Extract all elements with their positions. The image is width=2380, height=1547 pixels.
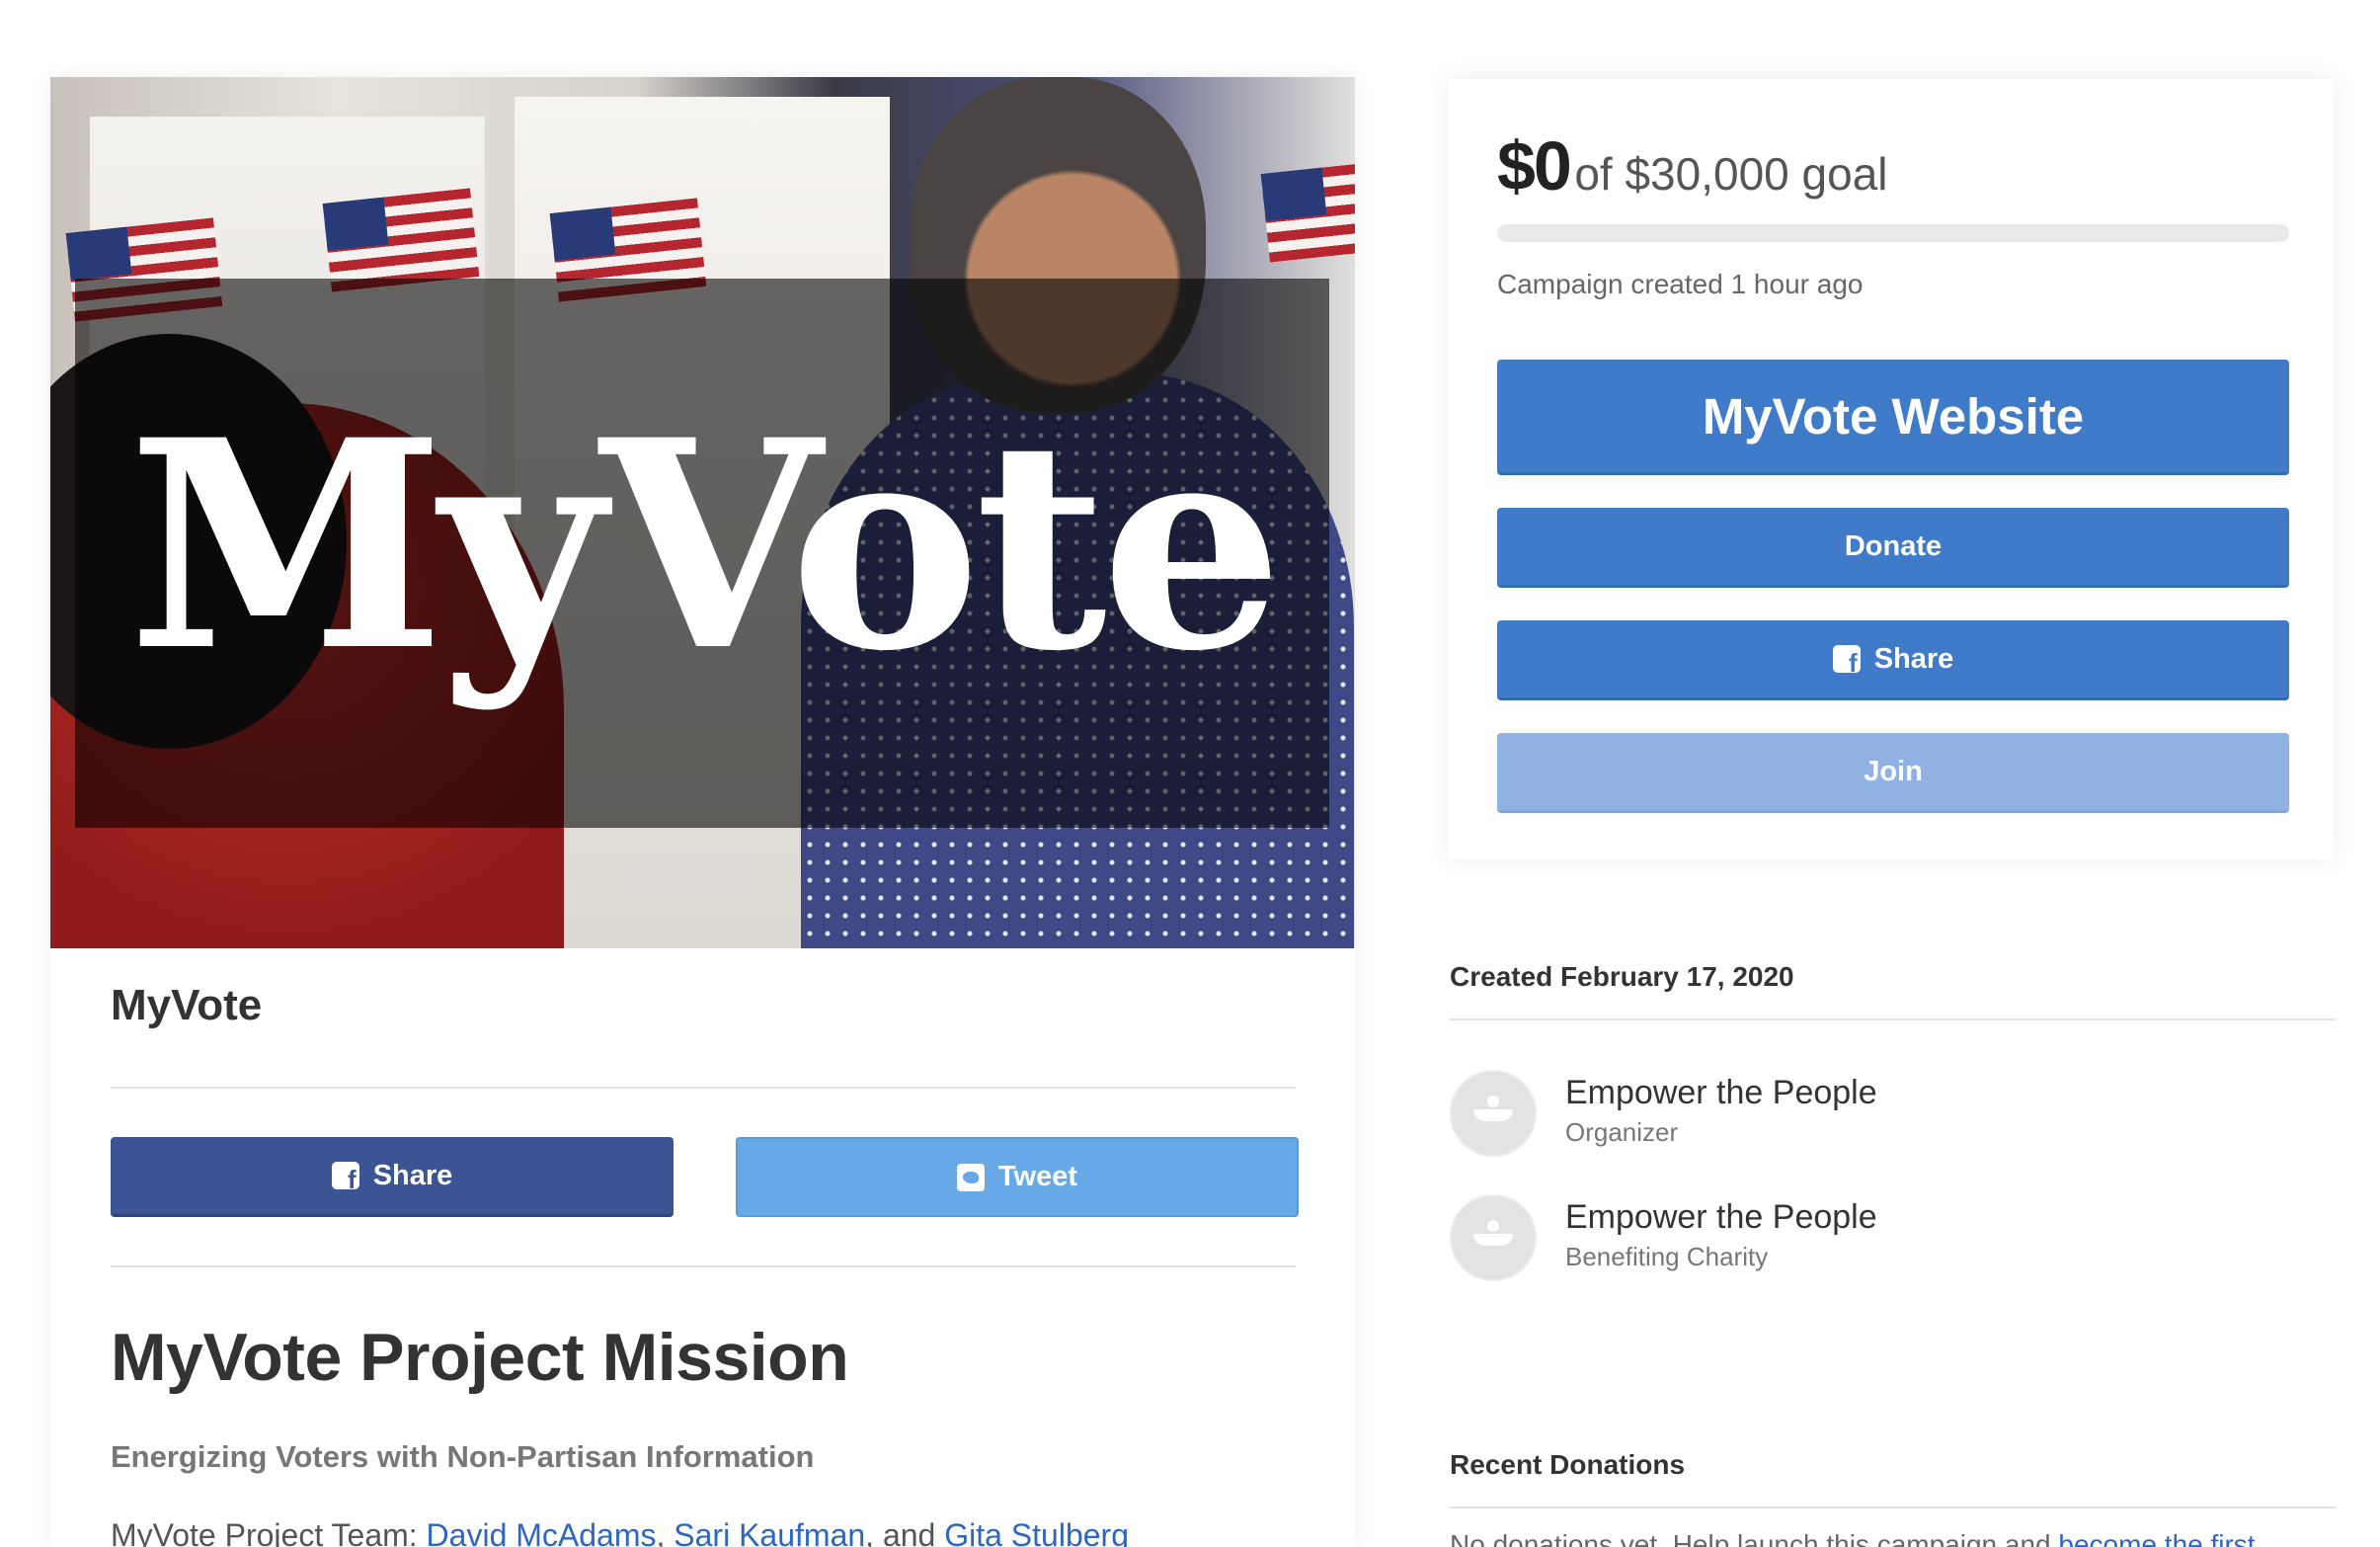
no-donations-text: No donations yet. Help launch this campa… (1450, 1529, 2256, 1547)
team-separator-1: , (656, 1517, 674, 1547)
team-separator-2: , and (865, 1517, 945, 1547)
share-button-label: Share (1873, 642, 1954, 675)
facebook-icon (331, 1162, 359, 1192)
charity-role: Benefiting Charity (1565, 1242, 1769, 1271)
details-divider (1450, 1018, 2336, 1020)
facebook-icon (1832, 645, 1861, 676)
organizer-item[interactable]: Empower the People Organizer (1450, 1070, 2336, 1159)
campaign-created-ago: Campaign created 1 hour ago (1497, 269, 1864, 299)
organization-avatar-icon (1450, 1194, 1537, 1281)
become-first-link[interactable]: become the first (2058, 1529, 2255, 1547)
recent-donations-heading: Recent Donations (1450, 1449, 1686, 1480)
title-divider (111, 1087, 1296, 1089)
progress-bar (1497, 224, 2289, 242)
hero-logo-text: MyVote (127, 378, 1284, 714)
donations-divider (1450, 1506, 2336, 1508)
campaign-title: MyVote (111, 981, 263, 1029)
organization-avatar-icon (1450, 1070, 1537, 1157)
mission-title: MyVote Project Mission (111, 1320, 849, 1395)
organizer-name: Empower the People (1565, 1074, 1877, 1111)
facebook-share-button[interactable]: Share (111, 1137, 674, 1217)
amount-raised: $0 (1497, 127, 1572, 204)
team-line: MyVote Project Team: David McAdams, Sari… (111, 1517, 1129, 1547)
share-button[interactable]: Share (1497, 620, 2289, 700)
charity-item[interactable]: Empower the People Benefiting Charity (1450, 1194, 2336, 1283)
facebook-share-label: Share (372, 1159, 453, 1191)
charity-name: Empower the People (1565, 1198, 1877, 1236)
organizer-role: Organizer (1565, 1117, 1679, 1147)
join-button[interactable]: Join (1497, 733, 2289, 813)
website-button[interactable]: MyVote Website (1497, 360, 2289, 475)
tweet-label: Tweet (997, 1161, 1078, 1192)
twitter-icon (956, 1163, 985, 1191)
amount-goal: of $30,000 goal (1574, 148, 1888, 200)
tweet-button[interactable]: Tweet (736, 1137, 1299, 1217)
team-member-link-1[interactable]: David McAdams (427, 1517, 657, 1547)
amount-line: $0 of $30,000 goal (1497, 126, 1888, 205)
donate-button[interactable]: Donate (1497, 508, 2289, 588)
created-date: Created February 17, 2020 (1450, 961, 1794, 992)
fundraising-card: $0 of $30,000 goal Campaign created 1 ho… (1448, 79, 2334, 859)
campaign-hero-image: MyVote (50, 77, 1355, 948)
team-member-link-3[interactable]: Gita Stulberg (944, 1517, 1129, 1547)
share-divider (111, 1265, 1296, 1267)
no-donations-message: No donations yet. Help launch this campa… (1450, 1529, 2059, 1547)
team-member-link-2[interactable]: Sari Kaufman (674, 1517, 865, 1547)
mission-subtitle: Energizing Voters with Non-Partisan Info… (111, 1439, 815, 1474)
team-prefix: MyVote Project Team: (111, 1517, 427, 1547)
